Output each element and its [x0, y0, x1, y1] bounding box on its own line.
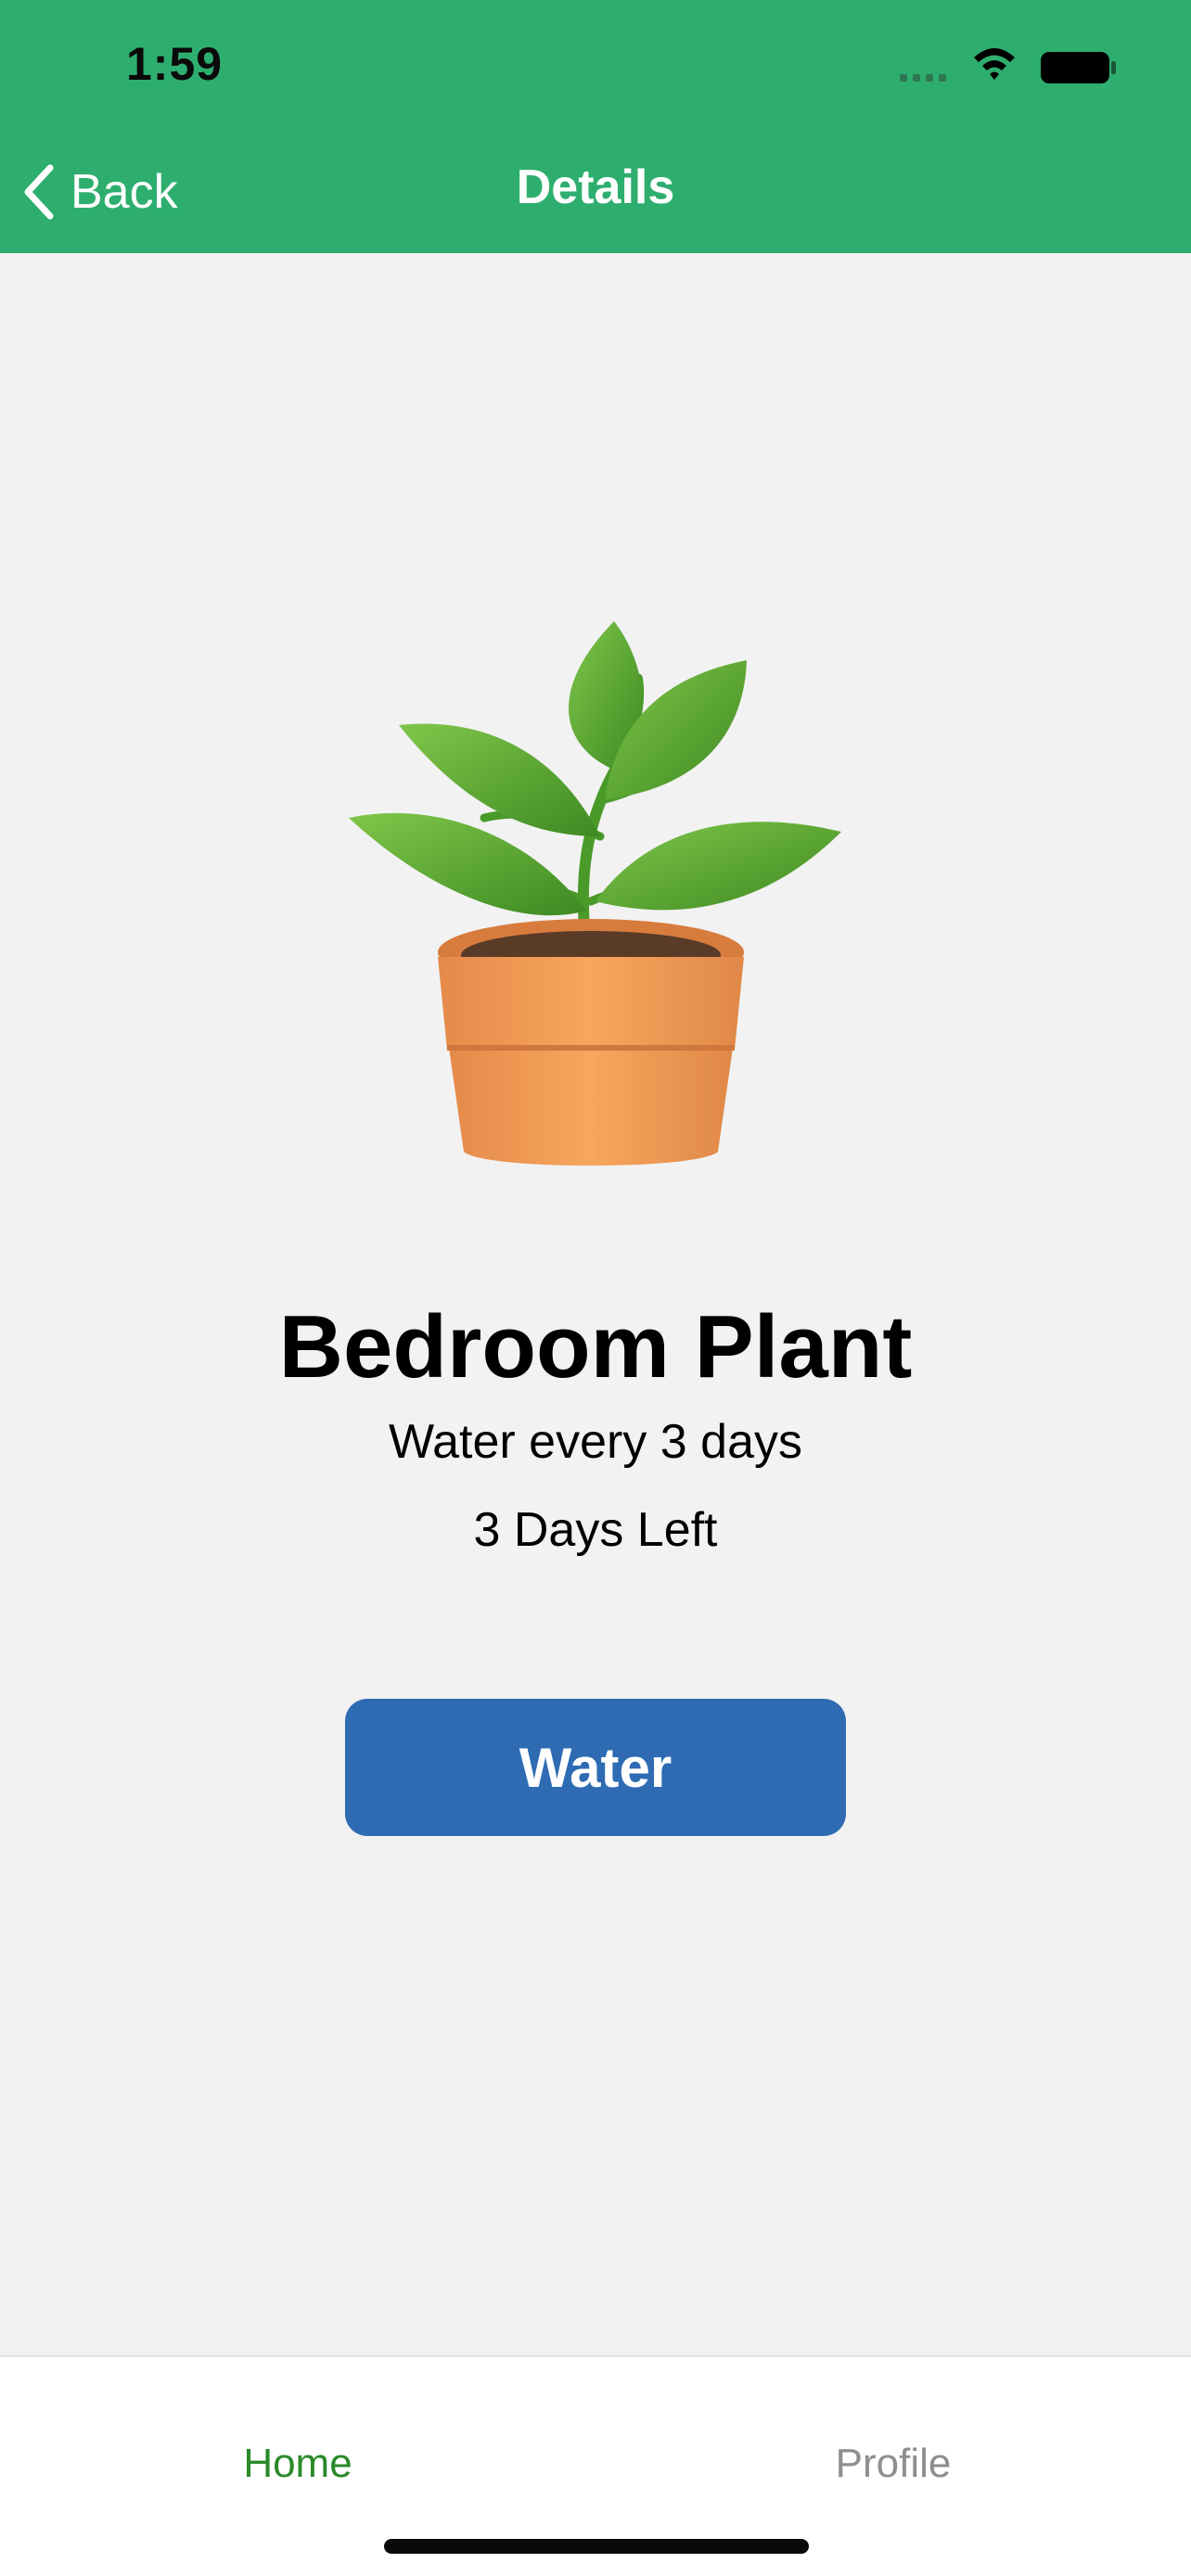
potted-plant-icon: [349, 621, 841, 1166]
status-icons: [900, 48, 1116, 83]
plant-name: Bedroom Plant: [278, 1297, 913, 1396]
home-indicator: [384, 2539, 809, 2554]
watering-schedule: Water every 3 days: [388, 1415, 802, 1469]
header: 1:59 Back Details: [0, 0, 1191, 253]
wifi-icon: [974, 48, 1015, 80]
tab-profile[interactable]: Profile: [596, 2441, 1191, 2487]
days-left: 3 Days Left: [473, 1503, 718, 1557]
tab-home[interactable]: Home: [0, 2441, 596, 2487]
water-button[interactable]: Water: [345, 1699, 846, 1836]
nav-title: Details: [516, 160, 675, 214]
battery-icon: [1041, 52, 1116, 83]
status-time: 1:59: [126, 38, 224, 90]
cellular-signal-icon: [900, 74, 946, 82]
plant-details-screen: 1:59 Back Details Bedroom Plant Water ev…: [0, 0, 1191, 2576]
